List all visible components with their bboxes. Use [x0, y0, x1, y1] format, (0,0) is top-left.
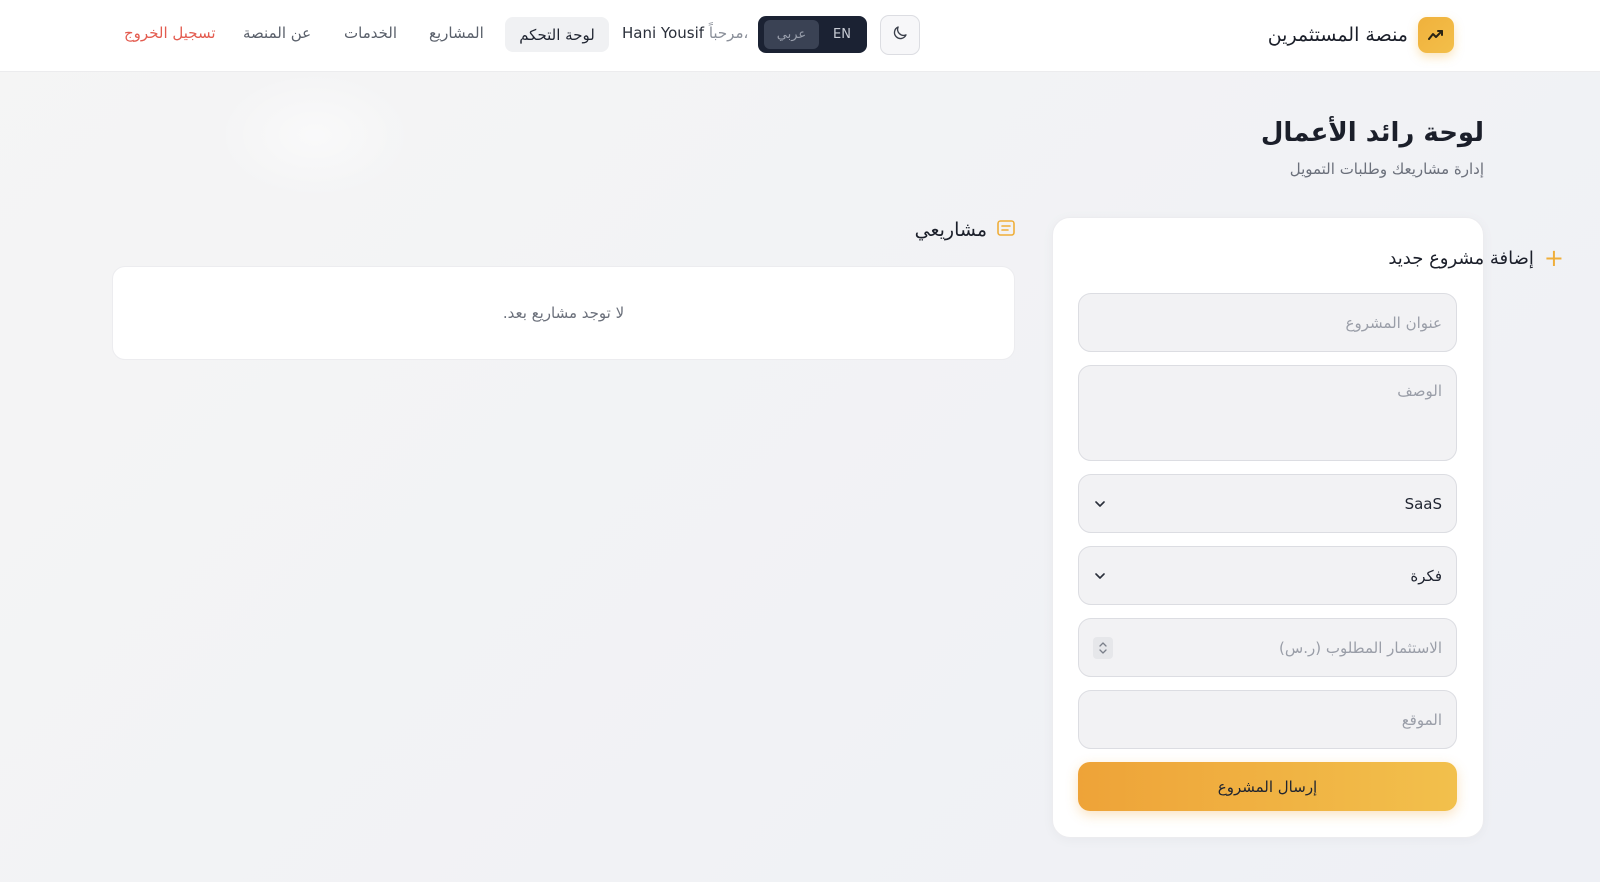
brand[interactable]: منصة المستثمرين [1268, 17, 1454, 53]
welcome-text: Hani Yousif مرحباً، [622, 24, 748, 42]
plus-icon: + [1543, 244, 1564, 272]
nav-dashboard[interactable]: لوحة التحكم [505, 17, 609, 52]
category-select[interactable]: SaaS [1078, 474, 1457, 533]
projects-title: مشاريعي [914, 219, 987, 241]
trend-chart-icon [1418, 17, 1454, 53]
description-textarea[interactable] [1078, 365, 1457, 461]
page-title: لوحة رائد الأعمال [1260, 118, 1484, 148]
form-header: إضافة مشروع جديد + [1388, 245, 1564, 271]
top-navbar: منصة المستثمرين عربي EN Hani Yousif مرحب… [0, 0, 1600, 72]
user-name: Hani Yousif [622, 24, 705, 42]
list-icon [997, 220, 1015, 240]
location-input[interactable] [1078, 690, 1457, 749]
moon-icon [891, 24, 909, 46]
projects-header: مشاريعي [915, 217, 1015, 243]
lang-ar-button[interactable]: عربي [764, 20, 819, 49]
investment-placeholder: الاستثمار المطلوب (ر.س) [1279, 638, 1442, 657]
language-toggle: عربي EN [758, 16, 867, 53]
nav-about[interactable]: عن المنصة [243, 24, 311, 42]
brand-name: منصة المستثمرين [1267, 24, 1408, 46]
category-value: SaaS [1404, 494, 1442, 513]
form-title: إضافة مشروع جديد [1388, 247, 1534, 269]
number-stepper-icon[interactable] [1093, 636, 1113, 659]
nav-projects[interactable]: المشاريع [429, 24, 484, 42]
investment-input[interactable]: الاستثمار المطلوب (ر.س) [1078, 618, 1457, 677]
background-glow [215, 70, 415, 200]
project-title-input[interactable] [1078, 293, 1457, 352]
theme-toggle-button[interactable] [880, 15, 920, 55]
logout-link[interactable]: تسجيل الخروج [124, 24, 216, 42]
lang-en-button[interactable]: EN [823, 20, 861, 49]
stage-value: فكرة [1410, 566, 1442, 585]
submit-project-button[interactable]: إرسال المشروع [1078, 762, 1457, 811]
stage-select[interactable]: فكرة [1078, 546, 1457, 605]
projects-list-card: لا توجد مشاريع بعد. [112, 266, 1015, 360]
chevron-down-icon [1093, 569, 1107, 583]
nav-services[interactable]: الخدمات [344, 24, 397, 42]
greeting: مرحباً، [708, 24, 749, 42]
page-subtitle: إدارة مشاريعك وطلبات التمويل [1289, 160, 1484, 178]
chevron-down-icon [1093, 497, 1107, 511]
empty-state-text: لا توجد مشاريع بعد. [502, 304, 625, 322]
